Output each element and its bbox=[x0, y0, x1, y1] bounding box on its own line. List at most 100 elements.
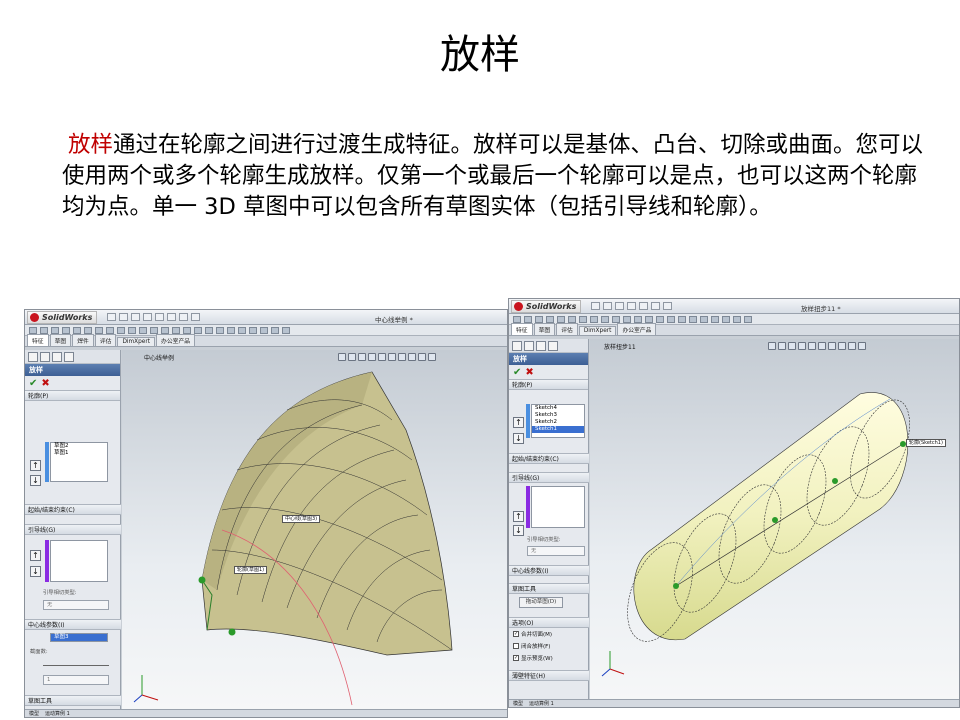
config-manager-icon[interactable] bbox=[52, 351, 62, 362]
tool-icon[interactable] bbox=[667, 315, 675, 323]
guide-tangency-select[interactable]: 无 bbox=[527, 546, 585, 556]
tool-icon[interactable] bbox=[722, 315, 730, 323]
tool-icon[interactable] bbox=[150, 326, 158, 334]
tool-icon[interactable] bbox=[29, 326, 37, 334]
guide-up-button[interactable]: ↑ bbox=[30, 550, 41, 561]
drag-sketch-button[interactable]: 拖动草图(D) bbox=[519, 597, 563, 608]
tool-icon[interactable] bbox=[249, 326, 257, 334]
dim-manager-icon[interactable] bbox=[64, 351, 74, 362]
tool-icon[interactable] bbox=[601, 315, 609, 323]
tool-icon[interactable] bbox=[623, 315, 631, 323]
tool-icon[interactable] bbox=[557, 315, 565, 323]
undo-icon[interactable] bbox=[639, 302, 649, 310]
undo-icon[interactable] bbox=[155, 313, 165, 321]
save-icon[interactable] bbox=[131, 313, 141, 321]
list-item[interactable]: Sketch4 bbox=[532, 405, 584, 412]
sections-slider[interactable] bbox=[43, 658, 109, 666]
tool-icon[interactable] bbox=[700, 315, 708, 323]
section-guide-curves[interactable]: 引导线(G) bbox=[25, 524, 121, 535]
tool-icon[interactable] bbox=[568, 315, 576, 323]
rebuild-icon[interactable] bbox=[179, 313, 189, 321]
open-icon[interactable] bbox=[603, 302, 613, 310]
tab-office[interactable]: 办公室产品 bbox=[156, 334, 196, 346]
section-start-end-constraints[interactable]: 起始/结束约束(C) bbox=[509, 453, 589, 464]
tool-icon[interactable] bbox=[689, 315, 697, 323]
tool-icon[interactable] bbox=[282, 326, 290, 334]
graphics-area[interactable]: 放样扭步11 轮廓(Sketch1) bbox=[590, 339, 959, 701]
list-item[interactable]: Sketch3 bbox=[532, 412, 584, 419]
section-centerline-params[interactable]: 中心线参数(I) bbox=[25, 619, 121, 630]
tab-motion-study[interactable]: 运动算例 1 bbox=[45, 710, 70, 717]
print-icon[interactable] bbox=[143, 313, 153, 321]
tool-icon[interactable] bbox=[139, 326, 147, 334]
section-centerline-params[interactable]: 中心线参数(I) bbox=[509, 565, 589, 576]
tool-icon[interactable] bbox=[117, 326, 125, 334]
tool-icon[interactable] bbox=[612, 315, 620, 323]
tab-motion-study[interactable]: 运动算例 1 bbox=[529, 700, 554, 707]
move-up-button[interactable]: ↑ bbox=[30, 460, 41, 471]
tab-model[interactable]: 模型 bbox=[513, 700, 523, 707]
section-thin-feature[interactable]: 薄壁特征(H) bbox=[509, 670, 589, 681]
tool-icon[interactable] bbox=[546, 315, 554, 323]
section-profiles[interactable]: 轮廓(P) bbox=[509, 379, 588, 390]
tool-icon[interactable] bbox=[744, 315, 752, 323]
tab-model[interactable]: 模型 bbox=[29, 710, 39, 717]
section-profiles[interactable]: 轮廓(P) bbox=[25, 390, 120, 401]
tool-icon[interactable] bbox=[711, 315, 719, 323]
guides-list[interactable] bbox=[531, 486, 585, 528]
tool-icon[interactable] bbox=[51, 326, 59, 334]
move-down-button[interactable]: ↓ bbox=[30, 475, 41, 486]
sections-value-input[interactable]: 1 bbox=[43, 675, 109, 685]
save-icon[interactable] bbox=[615, 302, 625, 310]
tab-features[interactable]: 特征 bbox=[27, 334, 49, 346]
list-item[interactable]: 草图1 bbox=[51, 450, 107, 457]
tool-icon[interactable] bbox=[73, 326, 81, 334]
tab-sketch[interactable]: 草图 bbox=[49, 334, 72, 346]
section-sketch-tools[interactable]: 草图工具 bbox=[25, 695, 121, 706]
cancel-icon[interactable]: ✖ bbox=[525, 367, 533, 378]
move-up-button[interactable]: ↑ bbox=[513, 417, 524, 428]
tool-icon[interactable] bbox=[227, 326, 235, 334]
section-sketch-tools[interactable]: 草图工具 bbox=[509, 583, 589, 594]
show-preview-checkbox[interactable]: ✓ 显示预览(W) bbox=[513, 654, 553, 662]
tool-icon[interactable] bbox=[535, 315, 543, 323]
profiles-list[interactable]: Sketch4 Sketch3 Sketch2 Sketch1 bbox=[531, 404, 585, 438]
section-options[interactable]: 选项(O) bbox=[509, 617, 589, 628]
guide-down-button[interactable]: ↓ bbox=[513, 525, 524, 536]
new-icon[interactable] bbox=[107, 313, 117, 321]
tool-icon[interactable] bbox=[62, 326, 70, 334]
tool-icon[interactable] bbox=[634, 315, 642, 323]
tool-icon[interactable] bbox=[656, 315, 664, 323]
tool-icon[interactable] bbox=[84, 326, 92, 334]
list-item[interactable]: Sketch2 bbox=[532, 419, 584, 426]
options-icon[interactable] bbox=[191, 313, 201, 321]
tool-icon[interactable] bbox=[128, 326, 136, 334]
tab-features[interactable]: 特征 bbox=[511, 323, 533, 335]
ok-icon[interactable]: ✔ bbox=[29, 378, 37, 389]
tab-evaluate[interactable]: 评估 bbox=[94, 334, 117, 346]
tool-icon[interactable] bbox=[645, 315, 653, 323]
tool-icon[interactable] bbox=[579, 315, 587, 323]
cancel-icon[interactable]: ✖ bbox=[41, 378, 49, 389]
property-manager-icon[interactable] bbox=[524, 340, 534, 351]
tool-icon[interactable] bbox=[183, 326, 191, 334]
tab-sketch[interactable]: 草图 bbox=[533, 323, 556, 335]
feature-manager-icon[interactable] bbox=[512, 340, 522, 351]
section-guide-curves[interactable]: 引导线(G) bbox=[509, 472, 589, 483]
tab-office[interactable]: 办公室产品 bbox=[617, 323, 657, 335]
list-item[interactable]: Sketch1 bbox=[532, 426, 584, 433]
print-icon[interactable] bbox=[627, 302, 637, 310]
ok-icon[interactable]: ✔ bbox=[513, 367, 521, 378]
config-manager-icon[interactable] bbox=[536, 340, 546, 351]
guide-up-button[interactable]: ↑ bbox=[513, 511, 524, 522]
rebuild-icon[interactable] bbox=[663, 302, 673, 310]
graphics-area[interactable]: 中心线举例 中心线(草图3) 轮廓(草图1) bbox=[122, 350, 507, 710]
tool-icon[interactable] bbox=[161, 326, 169, 334]
tool-icon[interactable] bbox=[271, 326, 279, 334]
guide-tangency-select[interactable]: 无 bbox=[43, 600, 109, 610]
tool-icon[interactable] bbox=[40, 326, 48, 334]
tool-icon[interactable] bbox=[106, 326, 114, 334]
tool-icon[interactable] bbox=[172, 326, 180, 334]
tool-icon[interactable] bbox=[733, 315, 741, 323]
tool-icon[interactable] bbox=[205, 326, 213, 334]
